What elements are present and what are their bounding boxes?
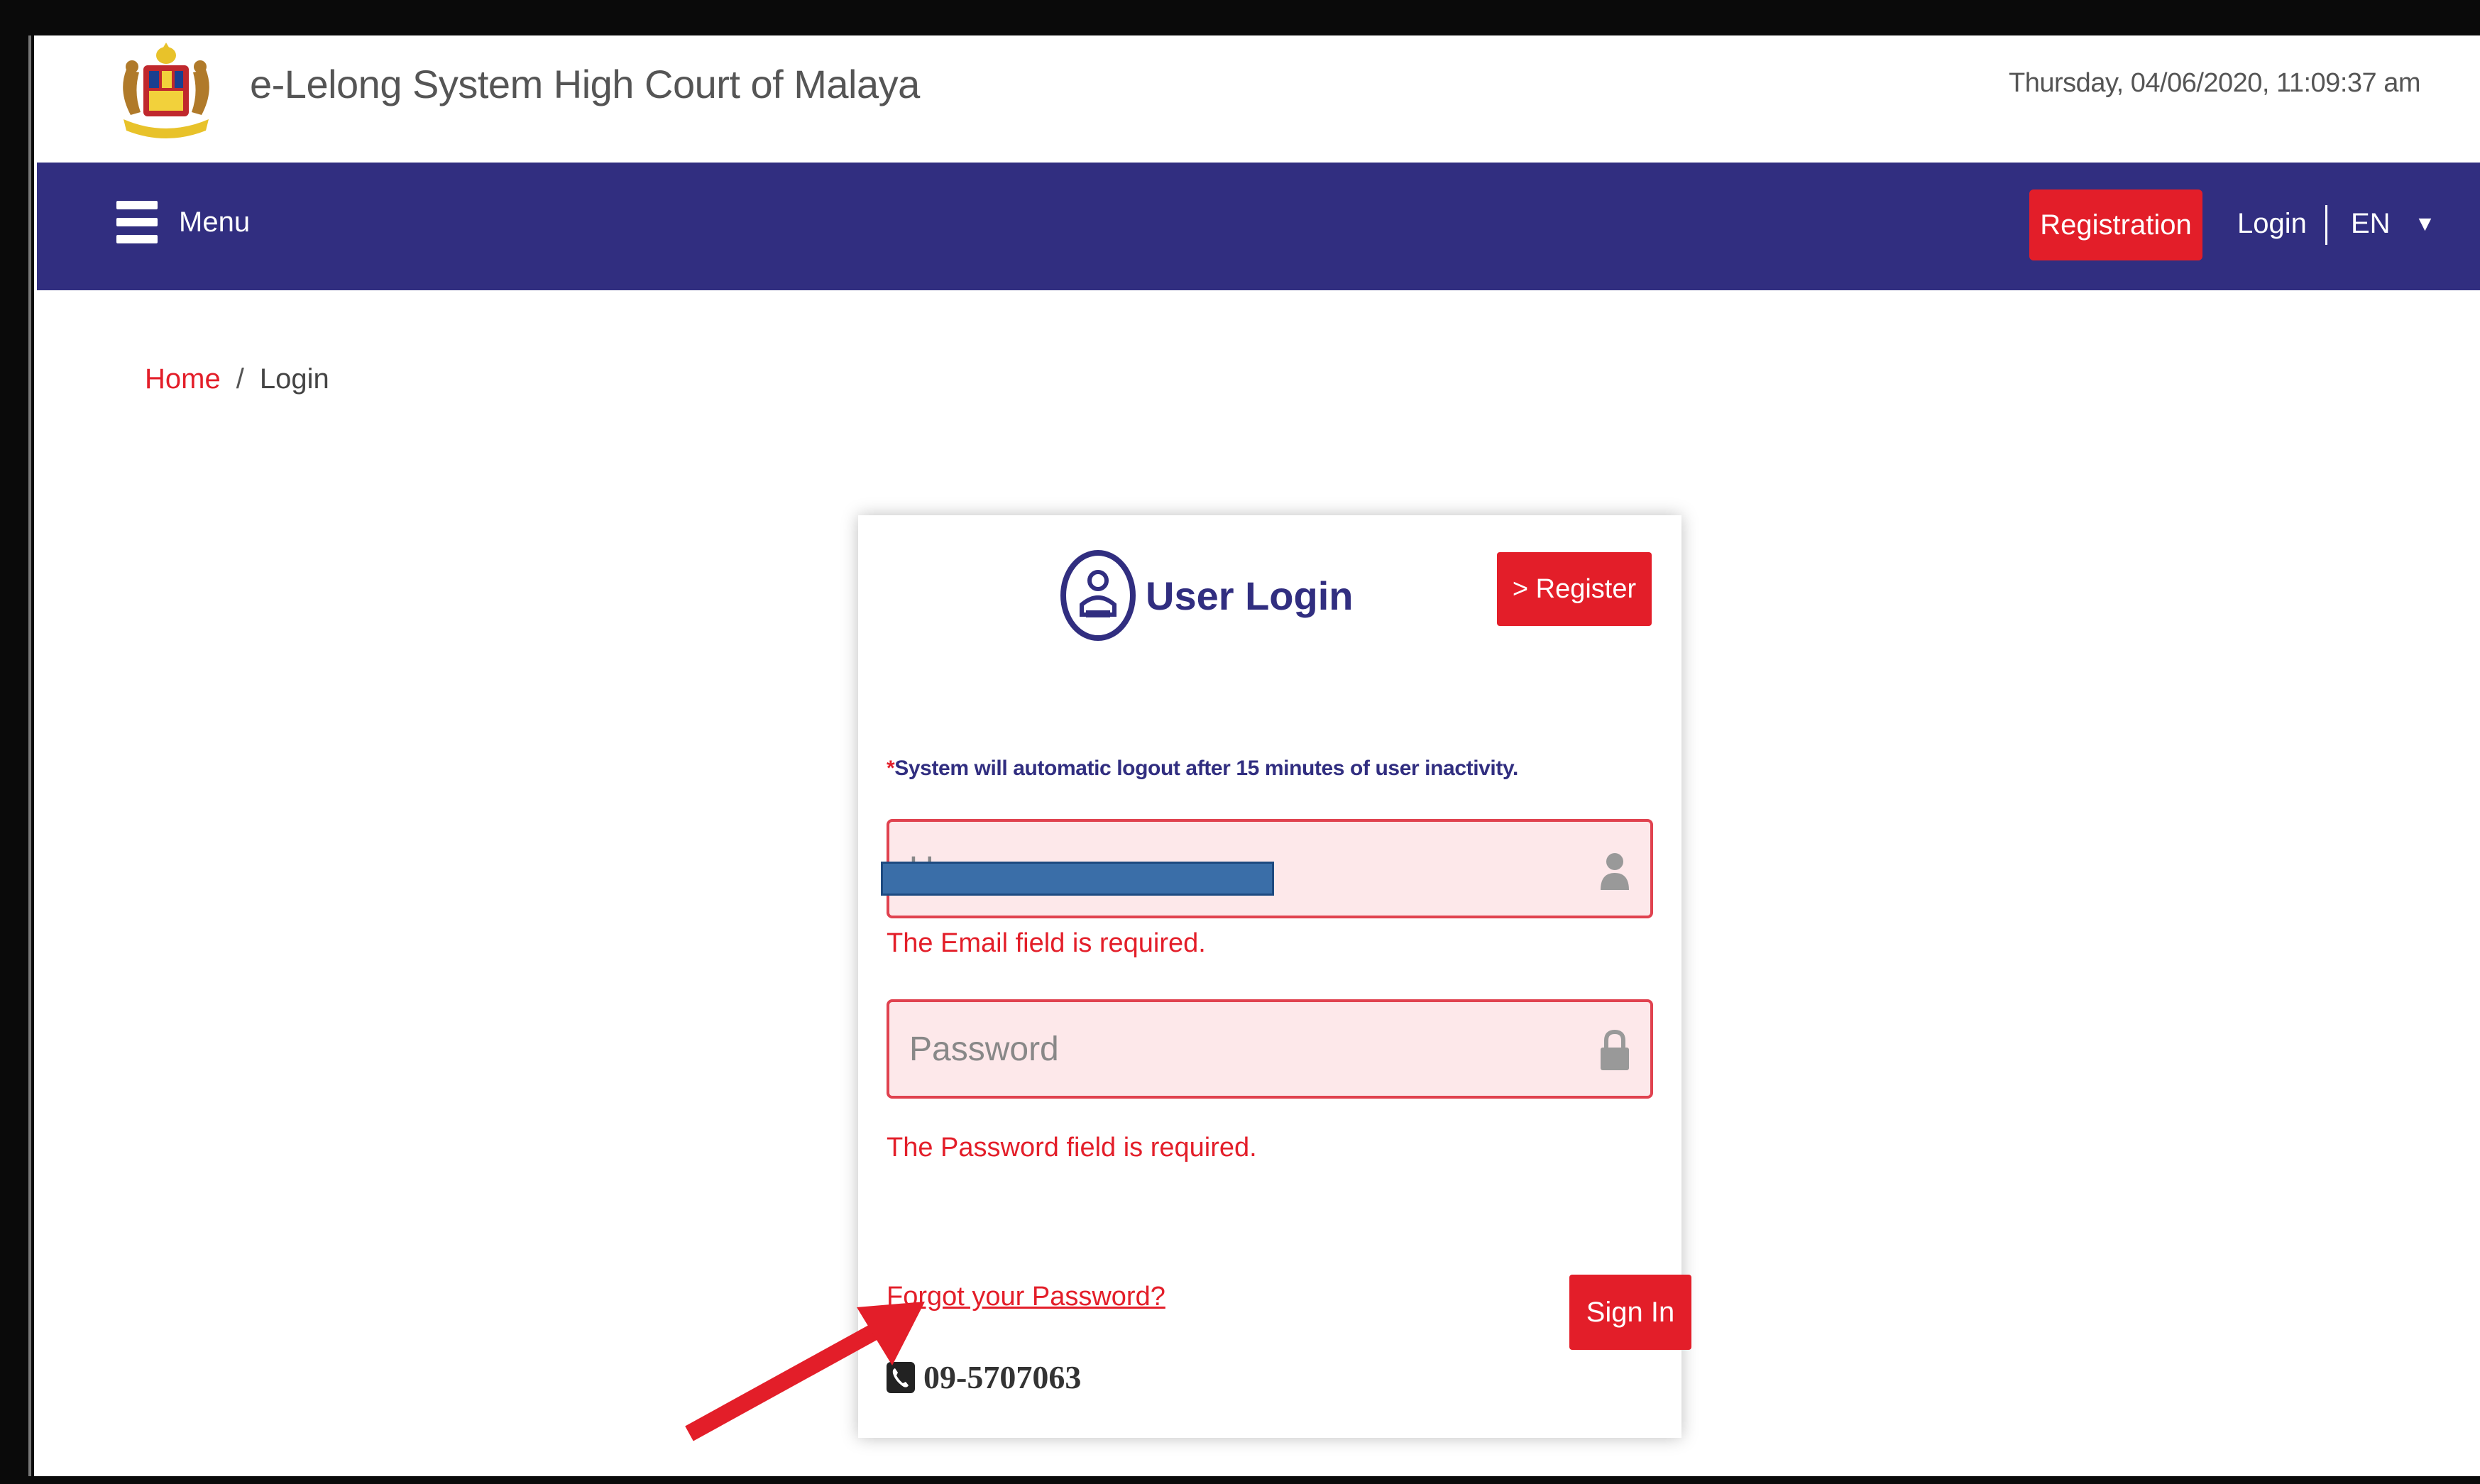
breadcrumb-home-link[interactable]: Home xyxy=(145,363,221,395)
breadcrumb-separator: / xyxy=(236,363,244,395)
screenshot-frame-bottom xyxy=(0,1476,2480,1484)
inactivity-note: *System will automatic logout after 15 m… xyxy=(887,757,1518,781)
red-arrow-annotation xyxy=(685,1302,925,1441)
login-card: User Login > Register *System will autom… xyxy=(858,515,1691,1438)
password-field-wrapper xyxy=(887,999,1653,1099)
required-star: * xyxy=(887,757,895,780)
inactivity-note-text: System will automatic logout after 15 mi… xyxy=(894,757,1518,780)
sign-in-button[interactable]: Sign In xyxy=(1569,1275,1691,1350)
email-error: The Email field is required. xyxy=(887,928,1206,958)
nav-login-link[interactable]: Login xyxy=(2237,208,2307,240)
language-selector[interactable]: EN ▼ xyxy=(2351,208,2435,240)
breadcrumb-current: Login xyxy=(259,363,329,395)
password-field[interactable] xyxy=(889,1029,1557,1069)
hamburger-icon xyxy=(116,198,158,246)
breadcrumb: Home / Login xyxy=(145,363,329,395)
screenshot-frame-line xyxy=(28,35,31,1476)
site-title: e-Lelong System High Court of Malaya xyxy=(250,62,920,106)
password-error: The Password field is required. xyxy=(887,1133,1257,1163)
language-label: EN xyxy=(2351,208,2391,239)
screenshot-frame-top xyxy=(0,0,2480,35)
register-button[interactable]: > Register xyxy=(1497,552,1652,626)
menu-label: Menu xyxy=(179,206,251,238)
lock-icon xyxy=(1601,1029,1629,1070)
page: e-Lelong System High Court of Malaya Thu… xyxy=(37,35,2480,1476)
chevron-down-icon: ▼ xyxy=(2414,211,2436,236)
registration-button[interactable]: Registration xyxy=(2029,189,2202,260)
nav-divider xyxy=(2325,205,2327,245)
user-icon xyxy=(1601,853,1629,890)
menu-button[interactable]: Menu xyxy=(116,198,250,246)
redaction-bar xyxy=(881,862,1274,896)
malaysia-crest-icon xyxy=(123,43,209,138)
login-title: User Login xyxy=(1146,573,1354,618)
current-datetime: Thursday, 04/06/2020, 11:09:37 am xyxy=(2009,68,2420,98)
user-login-icon xyxy=(1060,550,1136,641)
login-heading: User Login xyxy=(1060,549,1353,642)
main-navbar: Menu Registration Login EN ▼ xyxy=(37,163,2480,290)
email-field-wrapper xyxy=(881,819,1653,918)
phone-number: 09-5707063 xyxy=(923,1359,1082,1395)
top-header: e-Lelong System High Court of Malaya Thu… xyxy=(37,35,2480,163)
